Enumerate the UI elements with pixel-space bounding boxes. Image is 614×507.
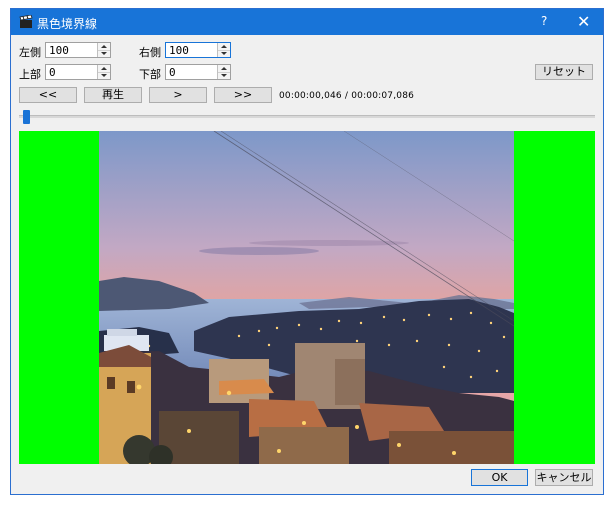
right-margin-value[interactable]: 100 [169,44,189,57]
left-margin-spinbox[interactable]: 100 [45,42,111,58]
arrow-down-icon [221,74,227,77]
left-margin-spin-arrows [97,43,110,57]
rewind-button[interactable]: << [19,87,77,103]
bottom-margin-spin-arrows [217,65,230,79]
right-border-fill [514,131,595,464]
clapperboard-icon [19,15,33,28]
left-margin-label: 左側 [19,46,41,59]
reset-button[interactable]: リセット [535,64,593,80]
ok-button[interactable]: OK [471,469,528,486]
arrow-down-icon [101,52,107,55]
seek-bar-thumb[interactable] [22,110,30,124]
left-margin-decrement[interactable] [98,50,110,57]
seek-bar-track[interactable] [19,115,595,118]
bottom-margin-spinbox[interactable]: 0 [165,64,231,80]
left-margin-value[interactable]: 100 [49,44,69,57]
cancel-button[interactable]: キャンセル [535,469,593,486]
right-margin-label: 右側 [139,46,161,59]
bottom-margin-label: 下部 [139,68,161,81]
bottom-margin-decrement[interactable] [218,72,230,79]
close-button[interactable]: ✕ [577,12,590,31]
top-margin-value[interactable]: 0 [49,66,56,79]
preview-image [99,131,514,464]
arrow-up-icon [221,45,227,48]
arrow-up-icon [101,45,107,48]
help-button[interactable]: ? [541,14,547,28]
top-margin-spin-arrows [97,65,110,79]
window-title: 黒色境界線 [37,17,98,31]
arrow-up-icon [221,67,227,70]
arrow-down-icon [101,74,107,77]
top-margin-spinbox[interactable]: 0 [45,64,111,80]
fast-forward-button[interactable]: >> [214,87,272,103]
title-bar: 黒色境界線 ? ✕ [11,9,603,35]
dialog-window: 黒色境界線 ? ✕ 左側 100 右側 100 上部 0 下部 0 リセット <… [10,8,604,495]
arrow-down-icon [221,52,227,55]
right-margin-decrement[interactable] [218,50,230,57]
left-border-fill [19,131,99,464]
timecode-display: 00:00:00,046 / 00:00:07,086 [279,91,415,101]
right-margin-spin-arrows [217,43,230,57]
step-forward-button[interactable]: > [149,87,207,103]
top-margin-decrement[interactable] [98,72,110,79]
right-margin-spinbox[interactable]: 100 [165,42,231,58]
video-preview [19,131,595,464]
play-button[interactable]: 再生 [84,87,142,103]
top-margin-label: 上部 [19,68,41,81]
arrow-up-icon [101,67,107,70]
bottom-margin-value[interactable]: 0 [169,66,176,79]
